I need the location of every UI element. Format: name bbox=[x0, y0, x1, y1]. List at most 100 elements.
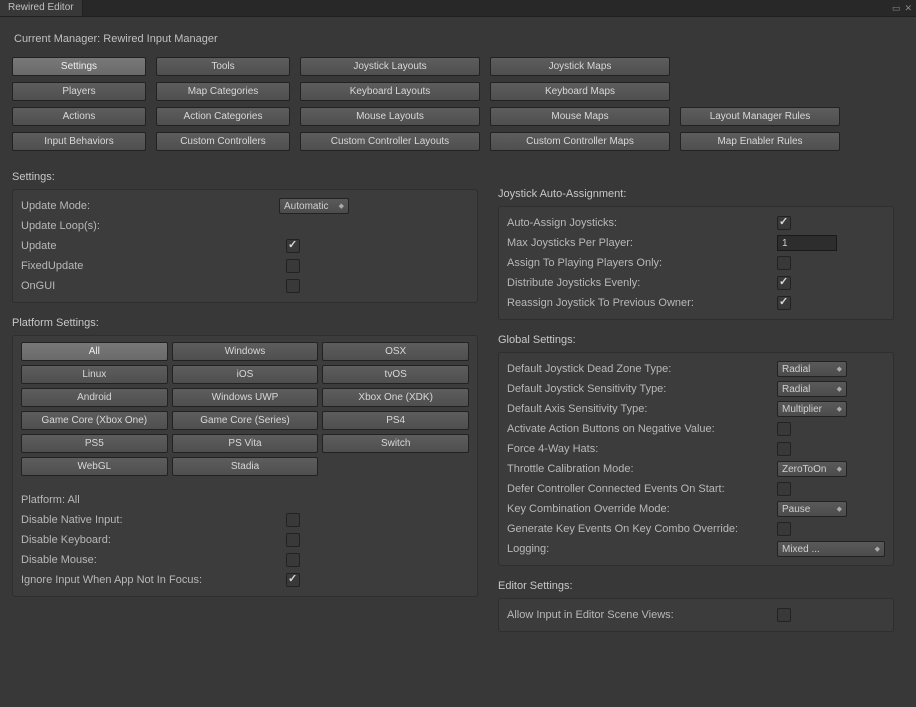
platform-psvita[interactable]: PS Vita bbox=[172, 434, 319, 453]
nav-keyboard-layouts[interactable]: Keyboard Layouts bbox=[300, 82, 480, 101]
nav-input-behaviors[interactable]: Input Behaviors bbox=[12, 132, 146, 151]
nav-map-categories[interactable]: Map Categories bbox=[156, 82, 290, 101]
keycombo-dropdown[interactable]: Pause◆ bbox=[777, 501, 847, 517]
current-manager-label: Current Manager: Rewired Input Manager bbox=[14, 33, 904, 45]
axis-sens-label: Default Axis Sensitivity Type: bbox=[507, 403, 777, 415]
force-4way-checkbox[interactable] bbox=[777, 442, 791, 456]
disable-native-checkbox[interactable] bbox=[286, 513, 300, 527]
platform-ps5[interactable]: PS5 bbox=[21, 434, 168, 453]
joystick-auto-assign-title: Joystick Auto-Assignment: bbox=[498, 188, 894, 200]
disable-mouse-checkbox[interactable] bbox=[286, 553, 300, 567]
nav-joystick-maps[interactable]: Joystick Maps bbox=[490, 57, 670, 76]
nav-actions[interactable]: Actions bbox=[12, 107, 146, 126]
window-tab[interactable]: Rewired Editor bbox=[0, 0, 83, 16]
defer-label: Defer Controller Connected Events On Sta… bbox=[507, 483, 777, 495]
axis-sens-dropdown[interactable]: Multiplier◆ bbox=[777, 401, 847, 417]
logging-dropdown[interactable]: Mixed ...◆ bbox=[777, 541, 885, 557]
global-settings-group: Default Joystick Dead Zone Type: Radial◆… bbox=[498, 352, 894, 566]
update-mode-dropdown[interactable]: Automatic ◆ bbox=[279, 198, 349, 214]
auto-assign-checkbox[interactable] bbox=[777, 216, 791, 230]
platform-switch[interactable]: Switch bbox=[322, 434, 469, 453]
loop-ongui-checkbox[interactable] bbox=[286, 279, 300, 293]
collapse-icon[interactable]: ▭ bbox=[892, 3, 901, 14]
platform-webgl[interactable]: WebGL bbox=[21, 457, 168, 476]
platform-stadia[interactable]: Stadia bbox=[172, 457, 319, 476]
nav-tools[interactable]: Tools bbox=[156, 57, 290, 76]
nav-mouse-maps[interactable]: Mouse Maps bbox=[490, 107, 670, 126]
defer-checkbox[interactable] bbox=[777, 482, 791, 496]
editor-settings-title: Editor Settings: bbox=[498, 580, 894, 592]
nav-custom-controller-maps[interactable]: Custom Controller Maps bbox=[490, 132, 670, 151]
platform-xboxone-xdk[interactable]: Xbox One (XDK) bbox=[322, 388, 469, 407]
platform-tvos[interactable]: tvOS bbox=[322, 365, 469, 384]
deadzone-label: Default Joystick Dead Zone Type: bbox=[507, 363, 777, 375]
nav-keyboard-maps[interactable]: Keyboard Maps bbox=[490, 82, 670, 101]
settings-title: Settings: bbox=[12, 171, 478, 183]
max-per-player-field[interactable] bbox=[777, 235, 837, 251]
chevron-down-icon: ◆ bbox=[837, 505, 842, 513]
genkey-label: Generate Key Events On Key Combo Overrid… bbox=[507, 523, 777, 535]
allow-scene-checkbox[interactable] bbox=[777, 608, 791, 622]
nav-custom-controller-layouts[interactable]: Custom Controller Layouts bbox=[300, 132, 480, 151]
tab-bar: Rewired Editor ▭ ✕ bbox=[0, 0, 916, 17]
editor-settings-group: Allow Input in Editor Scene Views: bbox=[498, 598, 894, 632]
loop-fixed-checkbox[interactable] bbox=[286, 259, 300, 273]
allow-scene-label: Allow Input in Editor Scene Views: bbox=[507, 609, 777, 621]
nav-layout-manager-rules[interactable]: Layout Manager Rules bbox=[680, 107, 840, 126]
assign-playing-checkbox[interactable] bbox=[777, 256, 791, 270]
platform-gamecore-xboxone[interactable]: Game Core (Xbox One) bbox=[21, 411, 168, 430]
platform-osx[interactable]: OSX bbox=[322, 342, 469, 361]
force-4way-label: Force 4-Way Hats: bbox=[507, 443, 777, 455]
platform-android[interactable]: Android bbox=[21, 388, 168, 407]
sensitivity-label: Default Joystick Sensitivity Type: bbox=[507, 383, 777, 395]
update-group: Update Mode: Automatic ◆ Update Loop(s):… bbox=[12, 189, 478, 303]
nav-joystick-layouts[interactable]: Joystick Layouts bbox=[300, 57, 480, 76]
nav-players[interactable]: Players bbox=[12, 82, 146, 101]
nav-grid: Settings Tools Joystick Layouts Joystick… bbox=[12, 57, 904, 151]
platform-linux[interactable]: Linux bbox=[21, 365, 168, 384]
activate-neg-label: Activate Action Buttons on Negative Valu… bbox=[507, 423, 777, 435]
chevron-down-icon: ◆ bbox=[837, 385, 842, 393]
logging-label: Logging: bbox=[507, 543, 777, 555]
platform-group: All Windows OSX Linux iOS tvOS Android W… bbox=[12, 335, 478, 597]
platform-gamecore-series[interactable]: Game Core (Series) bbox=[172, 411, 319, 430]
sensitivity-dropdown[interactable]: Radial◆ bbox=[777, 381, 847, 397]
nav-action-categories[interactable]: Action Categories bbox=[156, 107, 290, 126]
nav-mouse-layouts[interactable]: Mouse Layouts bbox=[300, 107, 480, 126]
disable-keyboard-label: Disable Keyboard: bbox=[21, 534, 286, 546]
disable-keyboard-checkbox[interactable] bbox=[286, 533, 300, 547]
assign-playing-label: Assign To Playing Players Only: bbox=[507, 257, 777, 269]
distribute-label: Distribute Joysticks Evenly: bbox=[507, 277, 777, 289]
ignore-focus-checkbox[interactable] bbox=[286, 573, 300, 587]
throttle-label: Throttle Calibration Mode: bbox=[507, 463, 777, 475]
window-controls: ▭ ✕ bbox=[892, 3, 916, 14]
loop-ongui-label: OnGUI bbox=[21, 280, 286, 292]
global-settings-title: Global Settings: bbox=[498, 334, 894, 346]
max-per-player-label: Max Joysticks Per Player: bbox=[507, 237, 777, 249]
reassign-label: Reassign Joystick To Previous Owner: bbox=[507, 297, 777, 309]
platform-all[interactable]: All bbox=[21, 342, 168, 361]
platform-uwp[interactable]: Windows UWP bbox=[172, 388, 319, 407]
nav-map-enabler-rules[interactable]: Map Enabler Rules bbox=[680, 132, 840, 151]
disable-mouse-label: Disable Mouse: bbox=[21, 554, 286, 566]
platform-current-label: Platform: All bbox=[21, 490, 469, 510]
platform-windows[interactable]: Windows bbox=[172, 342, 319, 361]
chevron-down-icon: ◆ bbox=[875, 545, 880, 553]
reassign-checkbox[interactable] bbox=[777, 296, 791, 310]
platform-settings-title: Platform Settings: bbox=[12, 317, 478, 329]
ignore-focus-label: Ignore Input When App Not In Focus: bbox=[21, 574, 286, 586]
nav-settings[interactable]: Settings bbox=[12, 57, 146, 76]
distribute-checkbox[interactable] bbox=[777, 276, 791, 290]
update-loops-label: Update Loop(s): bbox=[21, 220, 279, 232]
loop-update-checkbox[interactable] bbox=[286, 239, 300, 253]
close-icon[interactable]: ✕ bbox=[904, 3, 912, 14]
update-mode-label: Update Mode: bbox=[21, 200, 279, 212]
genkey-checkbox[interactable] bbox=[777, 522, 791, 536]
platform-ps4[interactable]: PS4 bbox=[322, 411, 469, 430]
activate-neg-checkbox[interactable] bbox=[777, 422, 791, 436]
platform-ios[interactable]: iOS bbox=[172, 365, 319, 384]
throttle-dropdown[interactable]: ZeroToOn◆ bbox=[777, 461, 847, 477]
chevron-down-icon: ◆ bbox=[837, 405, 842, 413]
nav-custom-controllers[interactable]: Custom Controllers bbox=[156, 132, 290, 151]
deadzone-dropdown[interactable]: Radial◆ bbox=[777, 361, 847, 377]
